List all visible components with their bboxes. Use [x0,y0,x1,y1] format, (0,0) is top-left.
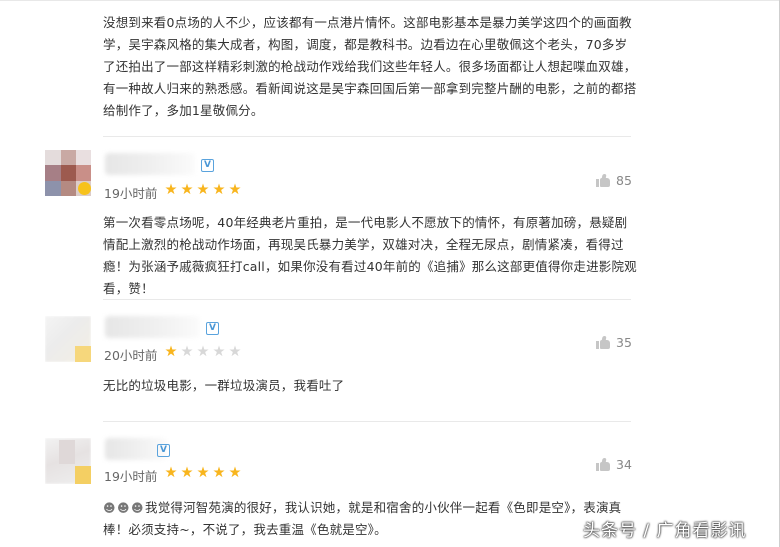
top-border [0,0,780,1]
review-text-1: 没想到来看0点场的人不少，应该都有一点港片情怀。这部电影基本是暴力美学这四个的画… [103,15,637,118]
star-filled-icon: ★ [180,465,194,481]
star-empty-icon: ★ [180,344,194,360]
vip-badge-icon: V [157,444,170,457]
username-blurred[interactable] [105,153,195,175]
star-filled-icon: ★ [164,465,178,481]
username-blurred[interactable] [105,316,200,338]
star-filled-icon: ★ [164,344,178,360]
thumbs-up-icon [596,174,610,187]
star-filled-icon: ★ [164,182,178,198]
vip-badge-icon: V [206,322,219,335]
like-count: 34 [616,457,632,472]
review-text-4: ☻☻☻我觉得河智苑演的很好，我认识她，就是和宿舍的小伙伴一起看《色即是空》，表演… [103,497,638,541]
rating-stars: ★ ★ ★ ★ ★ [163,183,243,198]
rating-stars: ★ ★ ★ ★ ★ [163,345,243,360]
avatar-level-badge [78,182,91,195]
review-text-body: 我觉得河智苑演的很好，我认识她，就是和宿舍的小伙伴一起看《色即是空》，表演真棒！… [103,500,622,537]
rating-stars: ★ ★ ★ ★ ★ [163,466,243,481]
star-filled-icon: ★ [196,465,210,481]
vip-badge-icon: V [201,159,214,172]
like-button[interactable]: 85 [596,173,632,188]
clapping-hands-emoji-icon: ☻ [117,501,130,515]
review-time: 19小时前 [104,186,158,201]
watermark: 头条号 / 广角看影讯 [583,521,747,541]
clapping-hands-emoji-icon: ☻ [103,501,116,515]
like-count: 85 [616,173,632,188]
review-time: 20小时前 [104,348,158,363]
star-filled-icon: ★ [212,182,226,198]
thumbs-up-icon [596,458,610,471]
like-count: 35 [616,335,632,350]
star-filled-icon: ★ [180,182,194,198]
star-empty-icon: ★ [212,344,226,360]
divider [103,136,631,137]
like-button[interactable]: 35 [596,335,632,350]
star-filled-icon: ★ [212,465,226,481]
star-empty-icon: ★ [196,344,210,360]
thumbs-up-icon [596,336,610,349]
divider [103,421,631,422]
review-text-3: 无比的垃圾电影，一群垃圾演员，我看吐了 [103,378,345,393]
review-time: 19小时前 [104,469,158,484]
star-filled-icon: ★ [196,182,210,198]
star-empty-icon: ★ [228,344,242,360]
star-filled-icon: ★ [228,182,242,198]
divider [103,299,631,300]
review-text-2: 第一次看零点场呢，40年经典老片重拍，是一代电影人不愿放下的情怀，有原著加磅，悬… [103,215,637,296]
like-button[interactable]: 34 [596,457,632,472]
clapping-hands-emoji-icon: ☻ [131,501,144,515]
avatar[interactable] [45,316,91,362]
star-filled-icon: ★ [228,465,242,481]
avatar[interactable] [45,438,91,484]
